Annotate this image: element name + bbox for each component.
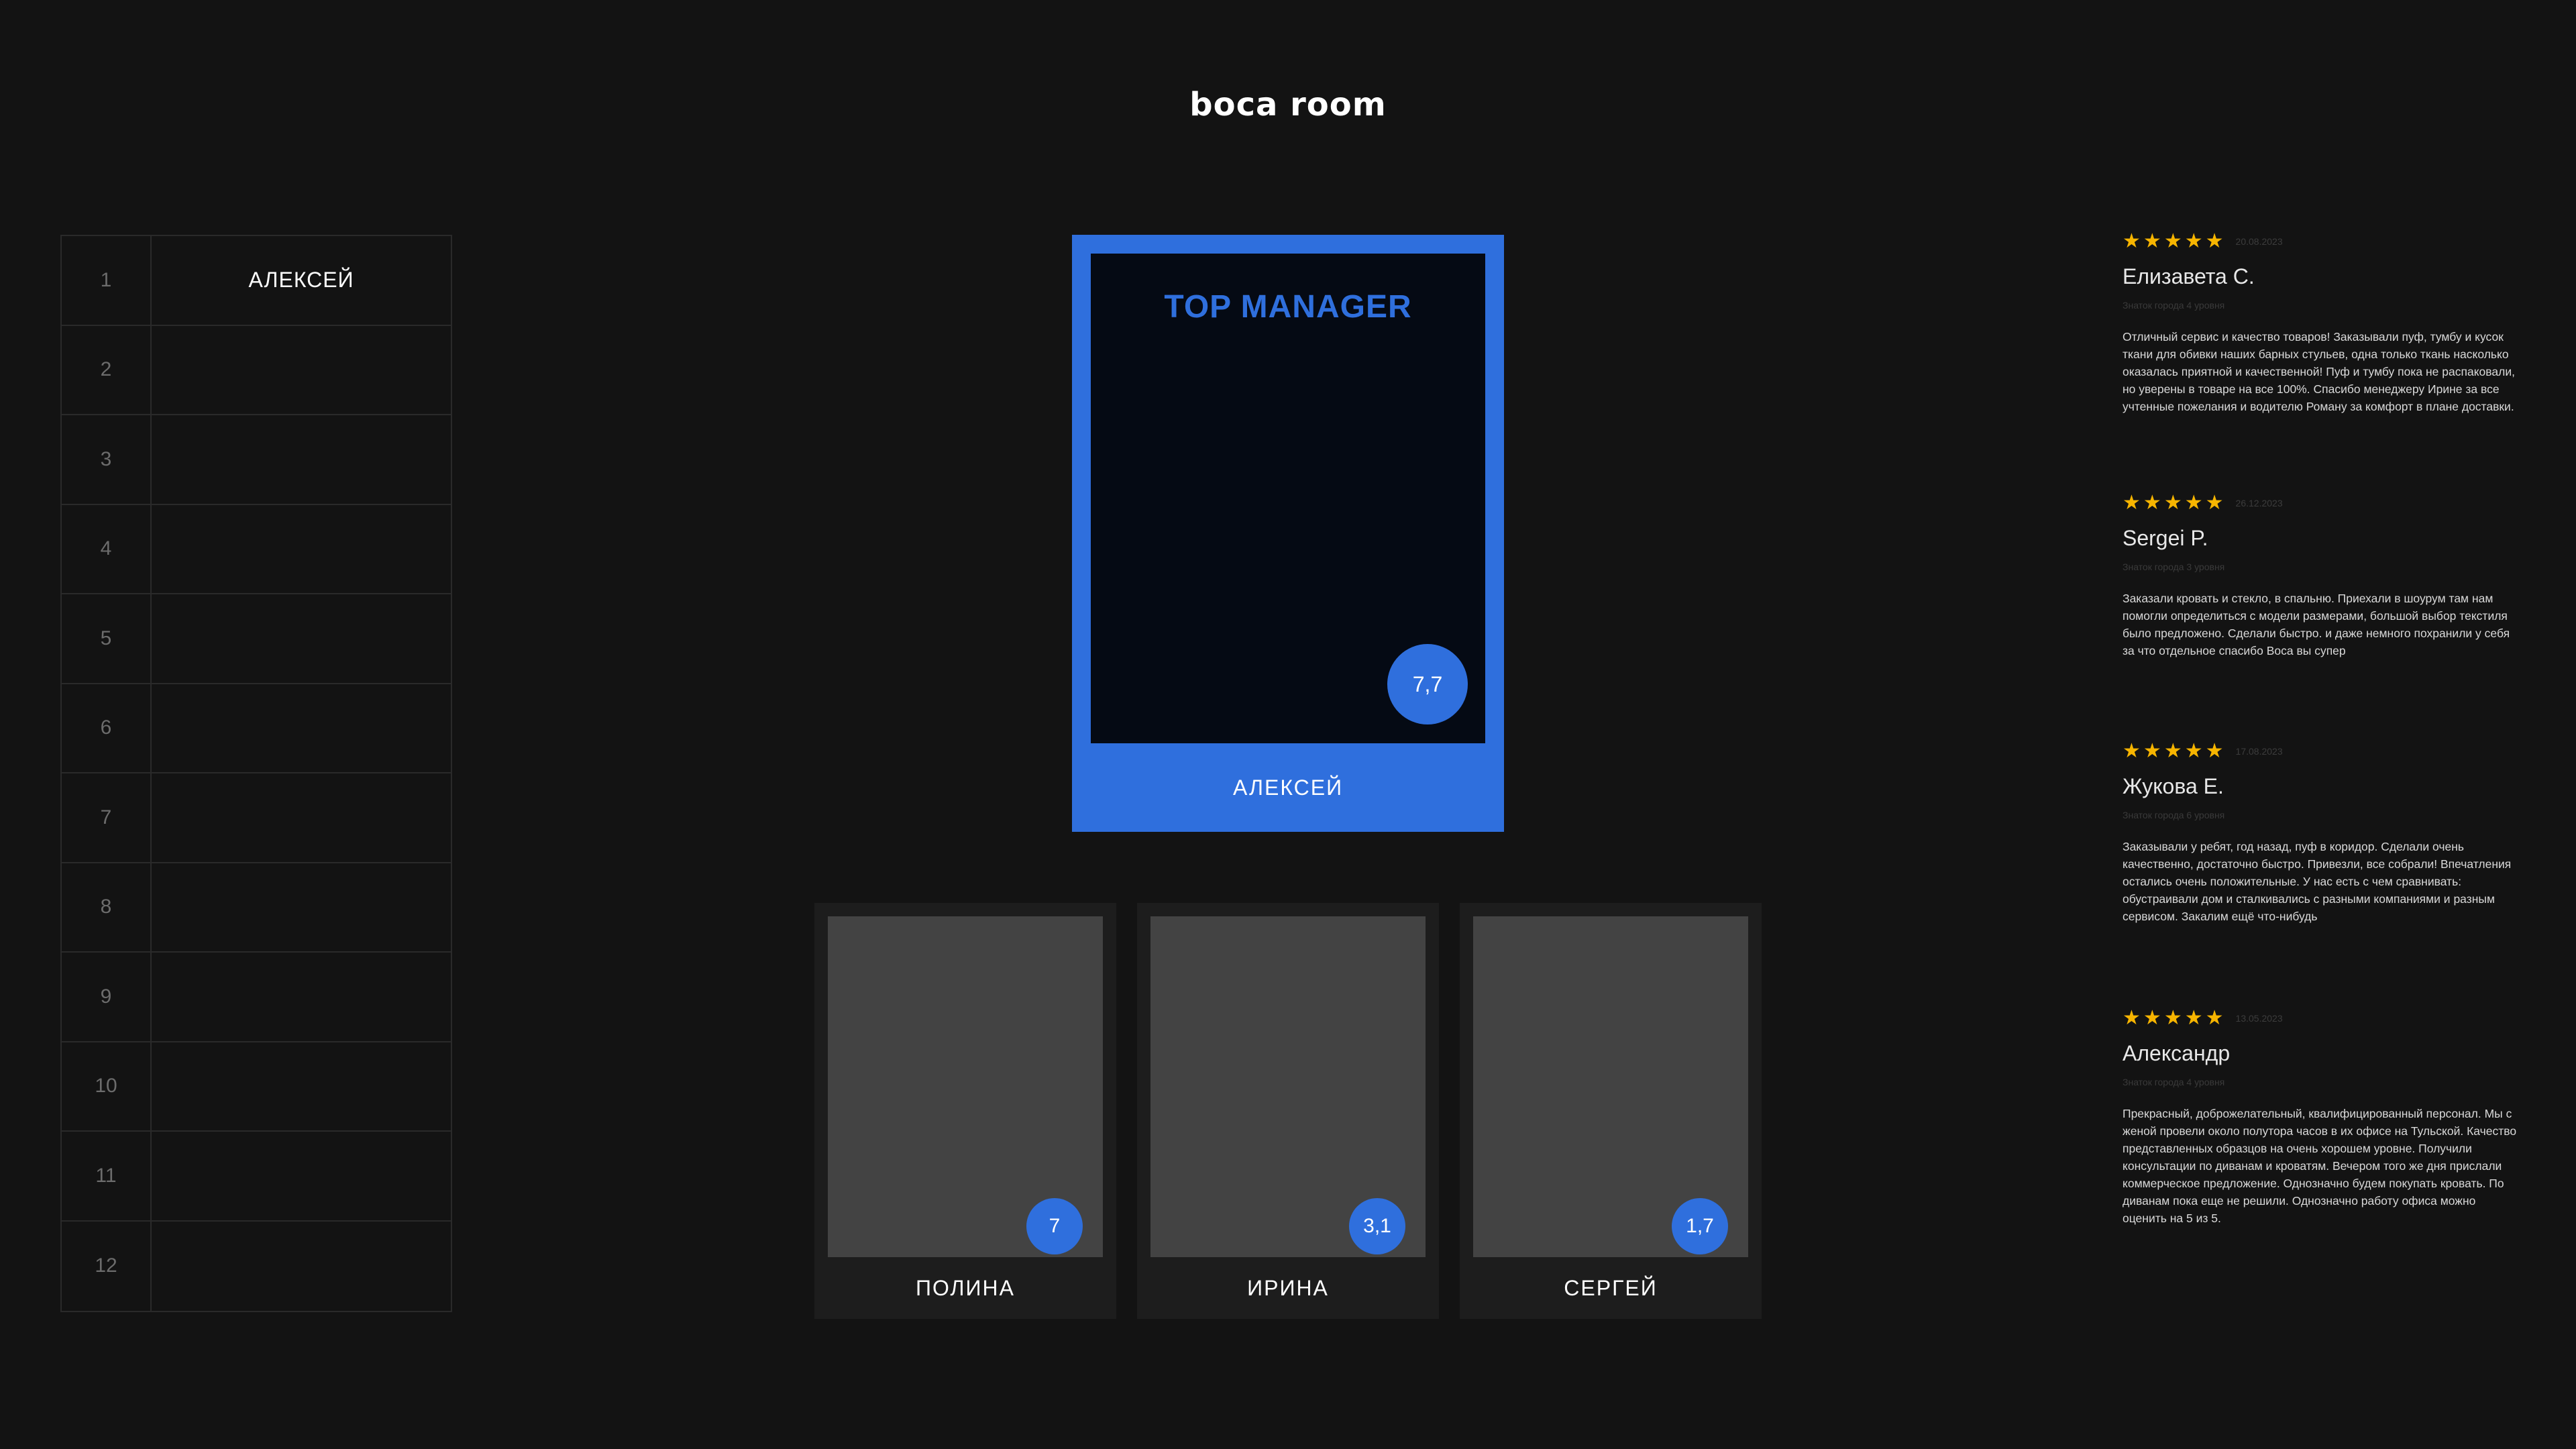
leaderboard-rank: 2 — [62, 325, 152, 414]
review-author-level: Знаток города 4 уровня — [2123, 1077, 2225, 1087]
leaderboard-row: 3 — [62, 415, 451, 505]
manager-score-badge: 1,7 — [1672, 1198, 1728, 1254]
leaderboard-row: 12 — [62, 1221, 451, 1311]
leaderboard-name — [152, 773, 451, 862]
top-manager-name: АЛЕКСЕЙ — [1232, 775, 1344, 800]
leaderboard-row: 2 — [62, 325, 451, 415]
manager-photo: 7 — [828, 916, 1103, 1257]
leaderboard-name — [152, 326, 451, 415]
leaderboard-name: АЛЕКСЕЙ — [248, 268, 354, 292]
leaderboard-name — [152, 415, 451, 504]
leaderboard-name — [152, 1222, 451, 1311]
brand-logo: boca room — [1189, 86, 1387, 123]
star-icon: ★ — [2184, 230, 2203, 252]
manager-photo: 3,1 — [1150, 916, 1426, 1257]
leaderboard-row: 11 — [62, 1132, 451, 1222]
leaderboard-rank: 10 — [62, 1042, 152, 1130]
star-icon: ★ — [2123, 1007, 2141, 1029]
leaderboard-rank: 1 — [62, 236, 152, 325]
star-icon: ★ — [2143, 492, 2161, 514]
review-author-level: Знаток города 4 уровня — [2123, 300, 2225, 311]
leaderboard-rank: 11 — [62, 1132, 152, 1220]
manager-name: ПОЛИНА — [916, 1275, 1015, 1300]
leaderboard-name — [152, 863, 451, 952]
star-icon: ★ — [2163, 492, 2182, 514]
leaderboard-row: 6 — [62, 684, 451, 773]
star-icon: ★ — [2123, 230, 2141, 252]
leaderboard-rank: 4 — [62, 504, 152, 593]
leaderboard-row: 7 — [62, 773, 451, 863]
manager-name: ИРИНА — [1247, 1275, 1329, 1300]
star-icon: ★ — [2205, 1007, 2224, 1029]
review-date: 17.08.2023 — [2235, 746, 2283, 757]
top-manager-score-badge: 7,7 — [1387, 644, 1468, 724]
leaderboard-name — [152, 1042, 451, 1131]
manager-card: 7 ПОЛИНА — [814, 903, 1116, 1319]
review-text: Заказывали у ребят, год назад, пуф в кор… — [2123, 840, 2512, 923]
review-author: Жукова Е. — [2123, 774, 2224, 798]
star-rating: ★ ★ ★ ★ ★ — [2123, 741, 2224, 761]
manager-photo: 1,7 — [1473, 916, 1748, 1257]
manager-card: 1,7 СЕРГЕЙ — [1460, 903, 1762, 1319]
leaderboard-name — [152, 505, 451, 594]
star-icon: ★ — [2143, 1007, 2161, 1029]
manager-card: 3,1 ИРИНА — [1137, 903, 1439, 1319]
star-icon: ★ — [2123, 492, 2141, 514]
review-text: Заказали кровать и стекло, в спальню. Пр… — [2123, 592, 2510, 657]
review-date: 20.08.2023 — [2235, 236, 2283, 247]
review-author: Елизавета С. — [2123, 264, 2255, 288]
top-manager-card: TOP MANAGER 7,7 АЛЕКСЕЙ — [1072, 235, 1504, 832]
review-author: Sergei P. — [2123, 526, 2208, 550]
leaderboard-rank: 12 — [62, 1221, 152, 1311]
star-rating: ★ ★ ★ ★ ★ — [2123, 231, 2224, 252]
review-item: ★ ★ ★ ★ ★ 20.08.2023 Елизавета С. Знаток… — [2123, 228, 2518, 415]
leaderboard-rank: 6 — [62, 684, 152, 772]
star-icon: ★ — [2184, 740, 2203, 762]
leaderboard-rank: 5 — [62, 594, 152, 683]
star-rating: ★ ★ ★ ★ ★ — [2123, 493, 2224, 513]
review-author-level: Знаток города 6 уровня — [2123, 810, 2225, 820]
manager-name: СЕРГЕЙ — [1564, 1275, 1658, 1300]
review-author: Александр — [2123, 1041, 2231, 1065]
manager-score-badge: 3,1 — [1349, 1198, 1405, 1254]
review-item: ★ ★ ★ ★ ★ 17.08.2023 Жукова Е. Знаток го… — [2123, 738, 2518, 925]
review-item: ★ ★ ★ ★ ★ 26.12.2023 Sergei P. Знаток го… — [2123, 490, 2518, 659]
star-icon: ★ — [2205, 492, 2224, 514]
star-icon: ★ — [2163, 230, 2182, 252]
review-text: Отличный сервис и качество товаров! Зака… — [2123, 330, 2515, 413]
star-icon: ★ — [2163, 1007, 2182, 1029]
star-icon: ★ — [2205, 740, 2224, 762]
leaderboard-row: 9 — [62, 953, 451, 1042]
leaderboard-name — [152, 594, 451, 683]
leaderboard-name — [152, 953, 451, 1041]
leaderboard-name — [152, 1132, 451, 1220]
leaderboard-row: 10 — [62, 1042, 451, 1132]
review-date: 26.12.2023 — [2235, 498, 2283, 508]
manager-score-badge: 7 — [1026, 1198, 1083, 1254]
star-icon: ★ — [2163, 740, 2182, 762]
top-manager-photo: TOP MANAGER 7,7 — [1091, 254, 1485, 743]
leaderboard-rank: 7 — [62, 773, 152, 862]
star-icon: ★ — [2184, 492, 2203, 514]
leaderboard-row: 4 — [62, 504, 451, 594]
top-manager-title: TOP MANAGER — [1164, 289, 1412, 325]
star-icon: ★ — [2205, 230, 2224, 252]
leaderboard-rank: 9 — [62, 953, 152, 1041]
review-item: ★ ★ ★ ★ ★ 13.05.2023 Александр Знаток го… — [2123, 1005, 2518, 1227]
star-icon: ★ — [2123, 740, 2141, 762]
star-icon: ★ — [2143, 740, 2161, 762]
leaderboard-name — [152, 684, 451, 773]
leaderboard-row: 8 — [62, 863, 451, 953]
star-icon: ★ — [2143, 230, 2161, 252]
leaderboard-rank: 8 — [62, 863, 152, 951]
leaderboard-rank: 3 — [62, 415, 152, 504]
leaderboard-row: 5 — [62, 594, 451, 684]
review-author-level: Знаток города 3 уровня — [2123, 561, 2225, 572]
star-rating: ★ ★ ★ ★ ★ — [2123, 1008, 2224, 1028]
review-text: Прекрасный, доброжелательный, квалифицир… — [2123, 1107, 2517, 1225]
star-icon: ★ — [2184, 1007, 2203, 1029]
leaderboard-row: 1 АЛЕКСЕЙ — [62, 236, 451, 326]
leaderboard-table: 1 АЛЕКСЕЙ 2 3 4 5 6 7 8 9 10 11 12 — [60, 235, 452, 1312]
review-date: 13.05.2023 — [2235, 1013, 2283, 1024]
